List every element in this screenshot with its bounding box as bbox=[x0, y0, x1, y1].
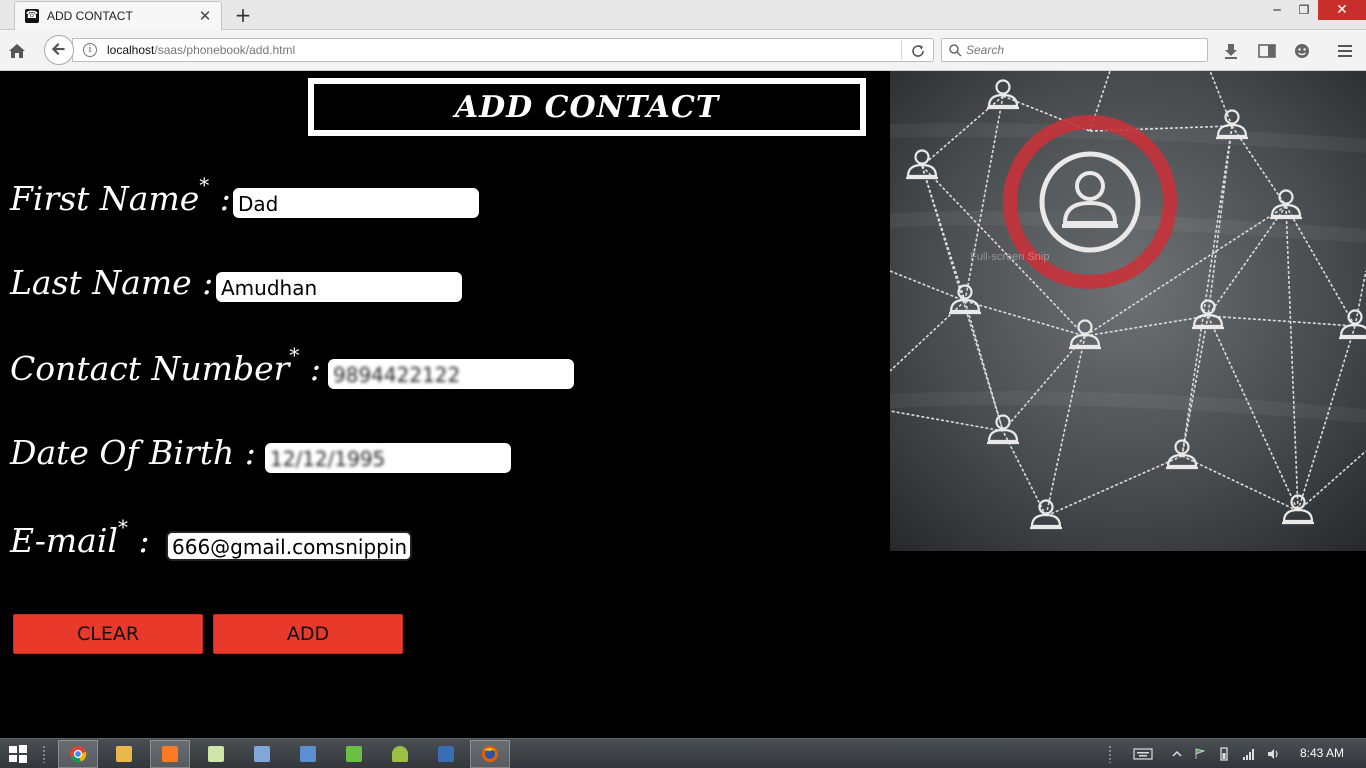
contacts-network-image: Full-screen Snip bbox=[890, 71, 1366, 551]
page-title: ADD CONTACT bbox=[454, 89, 720, 125]
dob-label: Date Of Birth : bbox=[10, 433, 256, 472]
url-divider bbox=[901, 41, 902, 59]
last-name-label: Last Name : bbox=[10, 263, 214, 302]
notepad-taskbar-button[interactable] bbox=[196, 740, 236, 768]
back-button[interactable] bbox=[44, 35, 74, 65]
xampp-icon bbox=[162, 746, 178, 762]
document-taskbar-button[interactable] bbox=[242, 740, 282, 768]
android-icon bbox=[392, 746, 408, 762]
action-center-flag-icon[interactable] bbox=[1193, 747, 1207, 761]
taskbar: 8:43 AM bbox=[0, 738, 1366, 768]
page-title-box: ADD CONTACT bbox=[308, 78, 866, 136]
tab-title: ADD CONTACT bbox=[47, 9, 133, 23]
sidebar-icon[interactable] bbox=[1257, 41, 1277, 61]
taskbar-grip bbox=[42, 745, 46, 763]
dob-input[interactable] bbox=[265, 443, 511, 473]
font-app-taskbar-button[interactable] bbox=[334, 740, 374, 768]
search-bar[interactable] bbox=[941, 38, 1208, 62]
first-name-label: First Name* : bbox=[10, 173, 231, 218]
cube-icon bbox=[438, 746, 454, 762]
new-tab-button[interactable]: + bbox=[232, 4, 254, 26]
downloads-icon[interactable] bbox=[1221, 41, 1241, 61]
tab-strip: ☎ ADD CONTACT ✕ + ─ ❐ ✕ bbox=[0, 0, 1366, 30]
menu-icon[interactable] bbox=[1335, 41, 1355, 61]
page-content: ADD CONTACT First Name* : Last Name : Co… bbox=[0, 71, 1366, 738]
first-name-input[interactable] bbox=[233, 188, 479, 218]
chrome-icon bbox=[70, 746, 87, 763]
windows-start-icon[interactable] bbox=[8, 745, 28, 763]
url-text[interactable]: localhost/saas/phonebook/add.html bbox=[107, 43, 295, 57]
volume-icon[interactable] bbox=[1266, 747, 1280, 761]
contact-number-label: Contact Number* : bbox=[10, 343, 322, 388]
show-hidden-icons-icon[interactable] bbox=[1170, 747, 1184, 761]
document-icon bbox=[254, 746, 270, 762]
battery-icon[interactable] bbox=[1217, 747, 1231, 761]
virtualbox-taskbar-button[interactable] bbox=[426, 740, 466, 768]
notepad-icon bbox=[208, 746, 224, 762]
hello-smiley-icon[interactable] bbox=[1292, 41, 1312, 61]
reload-icon[interactable] bbox=[909, 42, 927, 60]
navigation-toolbar: i localhost/saas/phonebook/add.html bbox=[0, 30, 1366, 71]
url-bar[interactable]: i localhost/saas/phonebook/add.html bbox=[72, 38, 934, 62]
restore-button[interactable]: ❐ bbox=[1289, 0, 1319, 20]
snip-overlay-label: Full-screen Snip bbox=[970, 251, 1050, 263]
close-window-button[interactable]: ✕ bbox=[1318, 0, 1366, 20]
monitor-icon bbox=[300, 746, 316, 762]
taskbar-clock[interactable]: 8:43 AM bbox=[1300, 746, 1344, 760]
last-name-input[interactable] bbox=[216, 272, 462, 302]
android-taskbar-button[interactable] bbox=[380, 740, 420, 768]
tab-add-contact[interactable]: ☎ ADD CONTACT ✕ bbox=[14, 1, 222, 30]
search-icon bbox=[949, 44, 962, 57]
firefox-icon bbox=[482, 746, 498, 762]
home-icon[interactable] bbox=[6, 40, 28, 62]
explorer-taskbar-button[interactable] bbox=[104, 740, 144, 768]
chrome-taskbar-button[interactable] bbox=[58, 740, 98, 768]
email-input[interactable] bbox=[166, 531, 412, 561]
page-favicon-icon: ☎ bbox=[25, 9, 39, 23]
search-input[interactable] bbox=[966, 41, 1202, 59]
add-button[interactable]: ADD bbox=[213, 614, 403, 654]
clear-button[interactable]: CLEAR bbox=[13, 614, 203, 654]
contact-number-input[interactable] bbox=[328, 359, 574, 389]
firefox-taskbar-button[interactable] bbox=[470, 740, 510, 768]
folder-icon bbox=[116, 746, 132, 762]
back-arrow-icon bbox=[51, 43, 65, 55]
tab-close-icon[interactable]: ✕ bbox=[197, 8, 213, 24]
signal-icon[interactable] bbox=[1242, 747, 1256, 761]
site-info-icon[interactable]: i bbox=[83, 43, 97, 57]
font-icon bbox=[346, 746, 362, 762]
xampp-taskbar-button[interactable] bbox=[150, 740, 190, 768]
remote-desktop-taskbar-button[interactable] bbox=[288, 740, 328, 768]
minimize-button[interactable]: ─ bbox=[1262, 0, 1292, 20]
network-illustration bbox=[890, 71, 1366, 551]
tray-grip bbox=[1108, 745, 1112, 763]
email-label: E-mail* : bbox=[10, 515, 150, 560]
keyboard-icon[interactable] bbox=[1133, 747, 1153, 761]
